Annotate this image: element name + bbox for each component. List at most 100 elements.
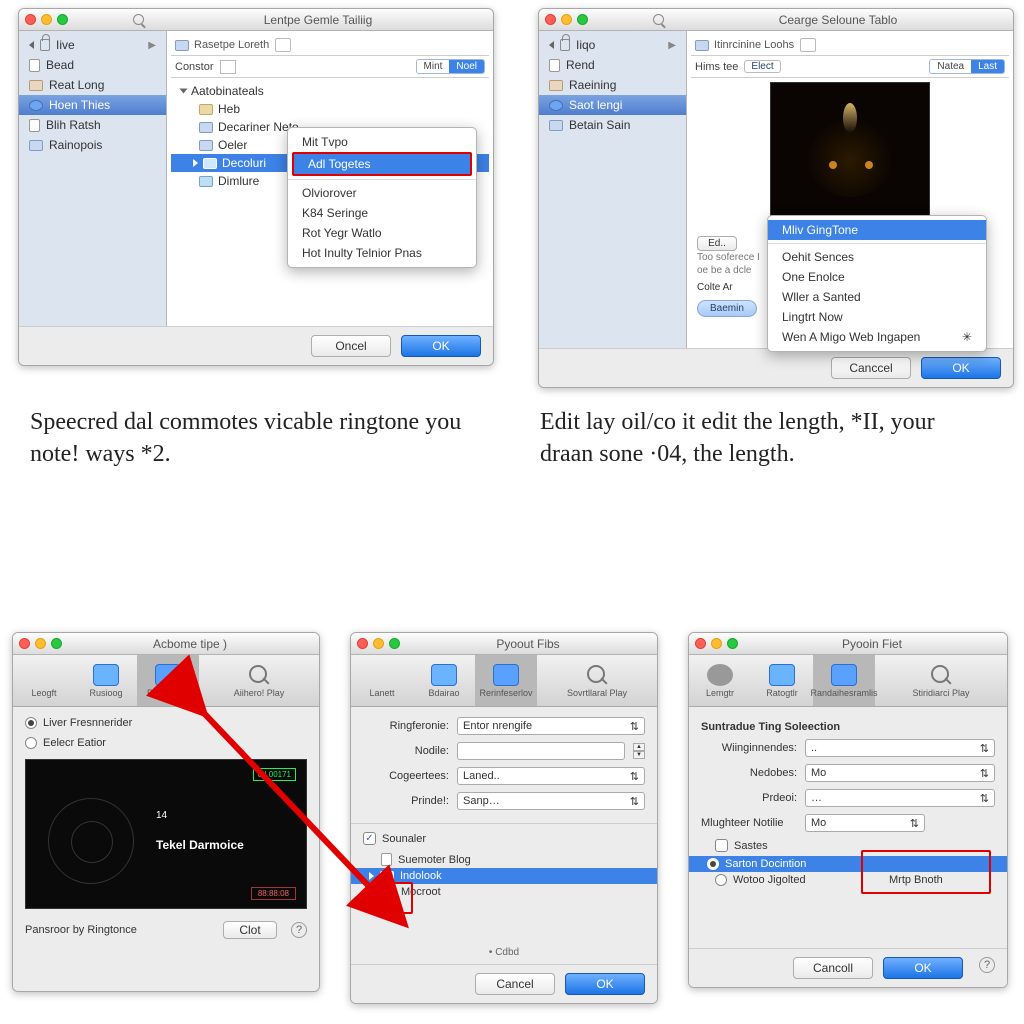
- segment-control[interactable]: Natea Last: [929, 59, 1005, 74]
- select-field[interactable]: Sanp…⇅: [457, 792, 645, 810]
- seg-item[interactable]: Natea: [930, 60, 971, 73]
- minimize-icon[interactable]: [561, 14, 572, 25]
- tb-item[interactable]: Leogft: [13, 655, 75, 706]
- minimize-icon[interactable]: [35, 638, 46, 649]
- radio-icon[interactable]: [715, 874, 727, 886]
- tb-item-selected[interactable]: Rerinfeserlov: [475, 655, 537, 706]
- breadcrumb[interactable]: Itinrcinine Loohs: [695, 39, 794, 51]
- sidebar-item[interactable]: Bead: [19, 55, 166, 75]
- ok-button[interactable]: OK: [921, 357, 1001, 379]
- tree-item[interactable]: Heb: [177, 100, 483, 118]
- sidebar-item-label: Bead: [46, 58, 74, 72]
- mode-box[interactable]: [220, 60, 236, 74]
- sidebar-item[interactable]: Raeining: [539, 75, 686, 95]
- ok-button[interactable]: OK: [565, 973, 645, 995]
- zoom-icon[interactable]: [389, 638, 400, 649]
- menu-item[interactable]: Mit Tvpo: [288, 132, 476, 152]
- view-toggle[interactable]: [275, 38, 291, 52]
- ok-button[interactable]: OK: [883, 957, 963, 979]
- sidebar-item[interactable]: Rainopois: [19, 135, 166, 155]
- sidebar-item[interactable]: Blih Ratsh: [19, 115, 166, 135]
- window-1: Lentpe Gemle Tailiig Iive▶ Bead Reat Lon…: [18, 8, 494, 366]
- titlebar[interactable]: Acbome tipe ): [13, 633, 319, 655]
- tb-item[interactable]: Rusioog: [75, 655, 137, 706]
- menu-item[interactable]: Oehit Sences: [768, 247, 986, 267]
- titlebar[interactable]: Cearge Seloune Tablo: [539, 9, 1013, 31]
- disclosure-icon[interactable]: [180, 89, 188, 94]
- menu-item[interactable]: K84 Seringe: [288, 203, 476, 223]
- menu-item-selected[interactable]: Mliv GingTone: [768, 220, 986, 240]
- minimize-icon[interactable]: [711, 638, 722, 649]
- tree-root[interactable]: Aatobinateals: [177, 82, 483, 100]
- radio-icon[interactable]: [25, 737, 37, 749]
- zoom-icon[interactable]: [51, 638, 62, 649]
- sidebar-item-selected[interactable]: Saot lengi: [539, 95, 686, 115]
- tb-item[interactable]: Lemgtr: [689, 655, 751, 706]
- close-icon[interactable]: [357, 638, 368, 649]
- mid-button[interactable]: Elect: [744, 60, 780, 73]
- select-field[interactable]: Entor nrengife⇅: [457, 717, 645, 735]
- select-field[interactable]: Mo⇅: [805, 814, 925, 832]
- tb-item[interactable]: Bdairao: [413, 655, 475, 706]
- breadcrumb[interactable]: Rasetpe Loreth: [175, 39, 269, 51]
- cancel-button[interactable]: Cancel: [475, 973, 555, 995]
- menu-item[interactable]: Rot Yegr Watlo: [288, 223, 476, 243]
- menu-item-selected[interactable]: Adl Togetes: [292, 152, 472, 176]
- text-field[interactable]: [457, 742, 625, 760]
- close-icon[interactable]: [19, 638, 30, 649]
- select-field[interactable]: Mo⇅: [805, 764, 995, 782]
- tb-item[interactable]: Ratogtlr: [751, 655, 813, 706]
- menu-item[interactable]: Olviorover: [288, 183, 476, 203]
- sidebar-item[interactable]: Iiqo▶: [539, 35, 686, 55]
- menu-item[interactable]: Hot Inulty Telnior Pnas: [288, 243, 476, 263]
- seg-item[interactable]: Last: [971, 60, 1004, 73]
- tb-item[interactable]: Stiridiarci Play: [875, 655, 1007, 706]
- minimize-icon[interactable]: [373, 638, 384, 649]
- zoom-icon[interactable]: [57, 14, 68, 25]
- sidebar-item[interactable]: Iive▶: [19, 35, 166, 55]
- checkbox-icon[interactable]: [715, 839, 728, 852]
- seg-item[interactable]: Noel: [449, 60, 484, 73]
- step-up-icon[interactable]: ▲: [633, 743, 645, 751]
- titlebar[interactable]: Pyoout Fibs: [351, 633, 657, 655]
- sidebar-item-selected[interactable]: Hoen Thies: [19, 95, 166, 115]
- menu-item[interactable]: Wller a Santed: [768, 287, 986, 307]
- seg-item[interactable]: Mint: [417, 60, 450, 73]
- cancel-button[interactable]: Canccel: [831, 357, 911, 379]
- sidebar-item[interactable]: Rend: [539, 55, 686, 75]
- option-row[interactable]: Wotoo Jigolted Mrtp Bnoth: [701, 872, 995, 888]
- browse-button[interactable]: Baemin: [697, 300, 757, 317]
- arrow-annotation: [162, 668, 412, 931]
- select-field[interactable]: ..⇅: [805, 739, 995, 757]
- titlebar[interactable]: Lentpe Gemle Tailiig: [19, 9, 493, 31]
- close-icon[interactable]: [545, 14, 556, 25]
- ok-button[interactable]: OK: [401, 335, 481, 357]
- edit-button[interactable]: Ed..: [697, 236, 737, 251]
- cancel-button[interactable]: Cancoll: [793, 957, 873, 979]
- view-toggle[interactable]: [800, 38, 816, 52]
- tb-item[interactable]: Sovrtllaral Play: [537, 655, 657, 706]
- select-field[interactable]: …⇅: [805, 789, 995, 807]
- close-icon[interactable]: [695, 638, 706, 649]
- doc-icon: [549, 59, 560, 72]
- segment-control[interactable]: Mint Noel: [416, 59, 485, 74]
- titlebar[interactable]: Pyooin Fiet: [689, 633, 1007, 655]
- radio-icon[interactable]: [25, 717, 37, 729]
- menu-item[interactable]: Wen A Migo Web Ingapen✳: [768, 327, 986, 347]
- cancel-button[interactable]: Oncel: [311, 335, 391, 357]
- close-icon[interactable]: [25, 14, 36, 25]
- menu-item[interactable]: Lingtrt Now: [768, 307, 986, 327]
- minimize-icon[interactable]: [41, 14, 52, 25]
- menu-item[interactable]: One Enolce: [768, 267, 986, 287]
- zoom-icon[interactable]: [727, 638, 738, 649]
- radio-icon[interactable]: [707, 858, 719, 870]
- zoom-icon[interactable]: [577, 14, 588, 25]
- select-field[interactable]: Laned..⇅: [457, 767, 645, 785]
- help-icon[interactable]: ?: [979, 957, 995, 973]
- tb-item-selected[interactable]: Randaihesramlis: [813, 655, 875, 706]
- sidebar-item[interactable]: Reat Long: [19, 75, 166, 95]
- stepper[interactable]: ▲▼: [633, 743, 645, 759]
- disclosure-icon[interactable]: [193, 159, 198, 167]
- sidebar-item[interactable]: Betain Sain: [539, 115, 686, 135]
- step-down-icon[interactable]: ▼: [633, 751, 645, 759]
